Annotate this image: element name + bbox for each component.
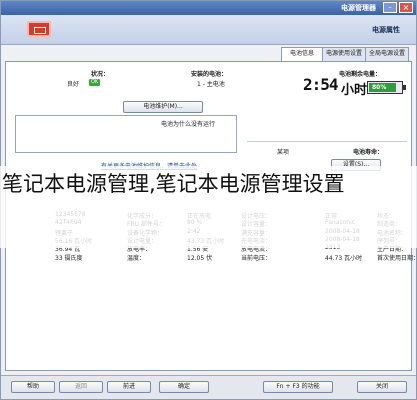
status-heading: 状况： (91, 71, 110, 78)
header-banner: 电源属性 (1, 15, 416, 45)
details-cell: 温度： (127, 254, 146, 262)
ok-button[interactable]: 确定 (159, 381, 209, 393)
forward-button[interactable]: 前进 (107, 381, 151, 393)
right-divider (247, 141, 407, 142)
fn-hint-button[interactable]: Fn + F3 的功能 (263, 381, 333, 393)
remaining-time-display: 2:54 (303, 75, 339, 94)
details-cell: 当前电压： (241, 254, 272, 262)
back-button[interactable]: 返回 (59, 381, 103, 393)
lifetime-heading: 电池寿命： (353, 149, 384, 156)
tab-power-plan[interactable]: 电源使用设置 (322, 47, 366, 61)
lifetime-value: 某项 (277, 149, 290, 156)
tab-global-settings[interactable]: 全局电源设置 (365, 47, 409, 61)
installed-value: 1 - 主电池 (197, 81, 225, 88)
status-ok-badge: OK (89, 79, 101, 86)
remaining-time-unit: 小时 (341, 83, 368, 98)
battery-level-gauge: 80% (367, 81, 406, 94)
window-title: 电源管理器 (341, 4, 376, 12)
battery-tip (403, 85, 406, 90)
close-window-button[interactable]: × (399, 2, 413, 13)
remaining-heading: 电池剩余电量： (339, 71, 382, 78)
minimize-button[interactable]: – (383, 2, 397, 13)
tab-battery-info[interactable]: 电池信息 (281, 47, 323, 62)
installed-heading: 安装的电池： (191, 71, 228, 78)
battery-level-percent: 80% (372, 84, 387, 91)
notes-heading: 电池为什么没有运行 (161, 121, 216, 128)
battery-maintenance-button[interactable]: 电池维护(M)... (123, 101, 203, 113)
battery-app-icon (27, 21, 51, 37)
close-button[interactable]: 关闭 (357, 381, 407, 393)
status-value: 良好 (67, 81, 80, 88)
details-cell: 首次使用日期： (377, 254, 417, 262)
header-title: 电源属性 (372, 26, 400, 34)
title-bar: 电源管理器 – × (1, 1, 416, 15)
details-cell: 44.73 瓦小时 (325, 254, 363, 262)
details-cell: 33 摄氏度 (55, 254, 83, 262)
caption-text: 笔记本电源管理,笔记本电源管理设置 (2, 172, 345, 196)
help-button[interactable]: 帮助 (11, 381, 55, 393)
details-cell: 12.05 伏 (187, 254, 213, 262)
